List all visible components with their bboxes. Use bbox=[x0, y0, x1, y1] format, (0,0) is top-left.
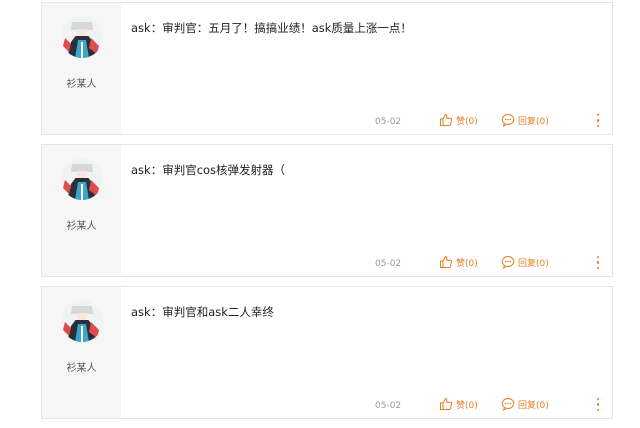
comment-card: 衫某人 ask：审判官cos核弹发射器（ 05-02 赞(0) 回复(0) bbox=[41, 144, 613, 277]
user-panel: 衫某人 bbox=[42, 145, 121, 276]
comment-card: 衫某人 ask：审判官：五月了！搞搞业绩！ask质量上涨一点！ 05-02 赞(… bbox=[41, 2, 613, 135]
comment-text: ask：审判官cos核弹发射器（ bbox=[131, 163, 286, 177]
comment-text: ask：审判官：五月了！搞搞业绩！ask质量上涨一点！ bbox=[131, 21, 412, 35]
username[interactable]: 衫某人 bbox=[42, 359, 121, 374]
thumb-up-icon bbox=[440, 397, 453, 410]
avatar[interactable] bbox=[61, 158, 103, 200]
comment-date: 05-02 bbox=[375, 259, 402, 269]
like-button[interactable]: 赞(0) bbox=[439, 255, 478, 269]
avatar[interactable] bbox=[61, 16, 103, 58]
avatar[interactable] bbox=[61, 300, 103, 342]
reply-count: 回复(0) bbox=[518, 400, 549, 411]
user-panel: 衫某人 bbox=[42, 287, 121, 418]
reply-count: 回复(0) bbox=[518, 116, 549, 127]
like-count: 赞(0) bbox=[456, 116, 478, 127]
more-vertical-icon[interactable] bbox=[595, 398, 601, 412]
chat-bubble-icon bbox=[501, 398, 515, 411]
more-vertical-icon[interactable] bbox=[595, 114, 601, 128]
like-button[interactable]: 赞(0) bbox=[439, 113, 478, 127]
comment-date: 05-02 bbox=[375, 117, 402, 127]
reply-button[interactable]: 回复(0) bbox=[501, 397, 549, 411]
reply-button[interactable]: 回复(0) bbox=[501, 255, 549, 269]
reply-button[interactable]: 回复(0) bbox=[501, 113, 549, 127]
comment-date: 05-02 bbox=[375, 401, 402, 411]
username[interactable]: 衫某人 bbox=[42, 217, 121, 232]
reply-count: 回复(0) bbox=[518, 258, 549, 269]
thumb-up-icon bbox=[440, 255, 453, 268]
comment-card: 衫某人 ask：审判官和ask二人幸终 05-02 赞(0) 回复(0) bbox=[41, 286, 613, 419]
chat-bubble-icon bbox=[501, 256, 515, 269]
username[interactable]: 衫某人 bbox=[42, 75, 121, 90]
like-button[interactable]: 赞(0) bbox=[439, 397, 478, 411]
user-panel: 衫某人 bbox=[42, 3, 121, 134]
like-count: 赞(0) bbox=[456, 400, 478, 411]
chat-bubble-icon bbox=[501, 114, 515, 127]
like-count: 赞(0) bbox=[456, 258, 478, 269]
thumb-up-icon bbox=[440, 113, 453, 126]
more-vertical-icon[interactable] bbox=[595, 256, 601, 270]
comment-text: ask：审判官和ask二人幸终 bbox=[131, 305, 274, 319]
